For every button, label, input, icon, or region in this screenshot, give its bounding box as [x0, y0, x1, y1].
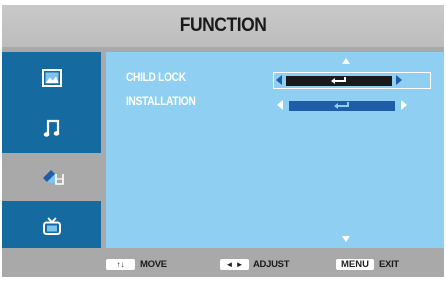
scroll-down-arrow-icon[interactable]: [342, 236, 350, 242]
left-arrow-icon[interactable]: [277, 100, 283, 110]
adjust-key-icon: ◄ ►: [220, 259, 249, 270]
left-arrow-icon[interactable]: [276, 75, 282, 85]
scroll-up-arrow-icon[interactable]: [342, 58, 350, 64]
adjust-hint-label: ADJUST: [253, 259, 290, 270]
child-lock-control[interactable]: [273, 72, 431, 89]
exit-hint-label: EXIT: [379, 259, 399, 270]
sidebar-item-audio[interactable]: [2, 104, 101, 152]
menu-footer: ↑↓ MOVE ◄ ► ADJUST MENU EXIT: [2, 252, 444, 277]
music-note-icon: [43, 118, 61, 138]
sidebar-item-function[interactable]: [2, 153, 105, 201]
move-key-icon: ↑↓: [106, 259, 135, 270]
move-hint-label: MOVE: [140, 259, 167, 270]
child-lock-label: CHILD LOCK: [126, 72, 186, 84]
child-lock-value-bar: [286, 76, 392, 86]
picture-icon: [41, 68, 63, 88]
function-icon: [41, 166, 67, 188]
tv-icon: [41, 215, 63, 237]
right-arrow-icon[interactable]: [401, 100, 407, 110]
menu-title: FUNCTION: [179, 15, 267, 36]
menu-key-icon: MENU: [336, 259, 374, 270]
menu-sidebar: [2, 52, 105, 250]
right-arrow-icon[interactable]: [396, 75, 402, 85]
sidebar-item-tv[interactable]: [2, 202, 101, 250]
enter-icon: [333, 97, 351, 115]
sidebar-item-picture[interactable]: [2, 54, 101, 102]
enter-icon: [330, 72, 348, 90]
menu-content-panel: CHILD LOCK INSTALLATION: [106, 52, 444, 248]
installation-value-bar: [289, 101, 395, 111]
installation-control[interactable]: [277, 98, 427, 114]
menu-title-bar: FUNCTION: [2, 5, 444, 47]
osd-menu: FUNCTION CHILD LOCK INSTALLATION ↑↓ MOVE…: [2, 5, 444, 277]
installation-label: INSTALLATION: [126, 96, 196, 108]
